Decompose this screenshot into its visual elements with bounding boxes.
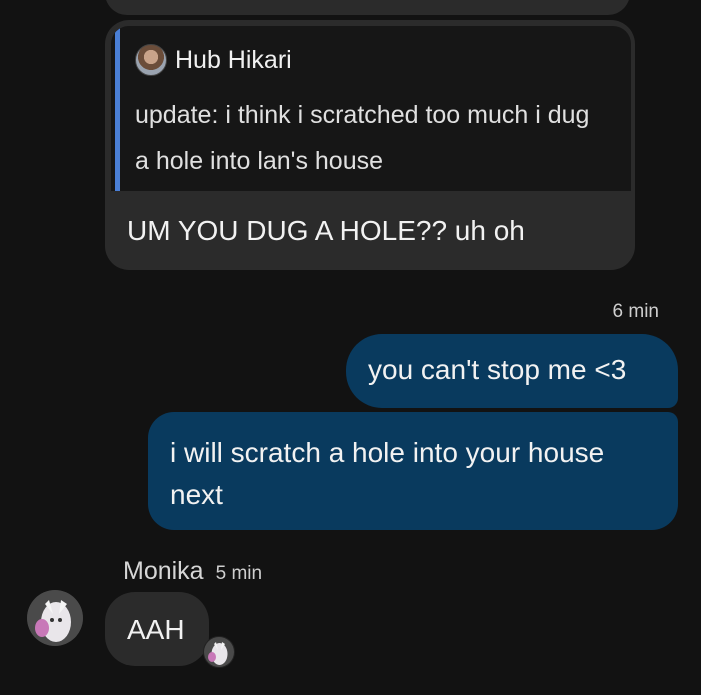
chat-view: Hub Hikari update: i think i scratched t… xyxy=(0,0,701,695)
previous-message-bubble[interactable] xyxy=(105,0,630,15)
outgoing-message-bubble[interactable]: you can't stop me <3 xyxy=(346,334,678,408)
quote-author: Hub Hikari xyxy=(135,44,292,76)
quoted-message[interactable]: Hub Hikari update: i think i scratched t… xyxy=(111,26,631,191)
message-timestamp: 6 min xyxy=(612,301,659,322)
incoming-message-bubble[interactable]: AAH xyxy=(105,592,209,666)
sender-name: Monika xyxy=(123,557,204,585)
message-text: AAH xyxy=(127,614,185,645)
quote-text: update: i think i scratched too much i d… xyxy=(135,101,590,175)
quote-author-name: Hub Hikari xyxy=(175,45,292,74)
read-receipt-avatar-icon xyxy=(203,636,235,668)
quote-accent-bar xyxy=(115,26,120,191)
user-avatar-icon[interactable] xyxy=(27,590,83,646)
message-text: i will scratch a hole into your house ne… xyxy=(170,437,605,510)
message-text: you can't stop me <3 xyxy=(368,354,627,385)
sender-header: Monika 5 min xyxy=(123,557,262,586)
message-timestamp: 5 min xyxy=(215,563,263,584)
incoming-message-bubble[interactable]: Hub Hikari update: i think i scratched t… xyxy=(105,20,635,270)
user-avatar-icon xyxy=(135,44,167,76)
outgoing-message-bubble[interactable]: i will scratch a hole into your house ne… xyxy=(148,412,678,530)
message-text: UM YOU DUG A HOLE?? uh oh xyxy=(127,215,525,246)
